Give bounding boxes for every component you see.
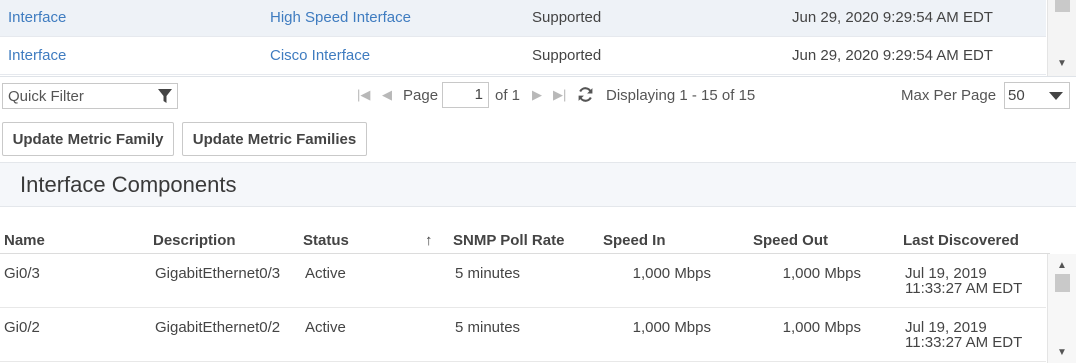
name-cell: Gi0/2 — [4, 319, 40, 336]
last-discovered-time: 11:33:27 AM EDT — [905, 334, 1023, 351]
components-table-scrollbar[interactable]: ▲ ▼ — [1047, 254, 1076, 363]
update-metric-family-button[interactable]: Update Metric Family — [2, 122, 174, 156]
timestamp-cell: Jun 29, 2020 9:29:54 AM EDT — [792, 9, 993, 26]
components-table-body: Gi0/3 GigabitEthernet0/3 Active 5 minute… — [0, 254, 1050, 363]
last-page-icon[interactable]: ▶| — [553, 87, 566, 103]
column-header-status[interactable]: Status — [303, 232, 349, 249]
status-cell: Supported — [532, 9, 602, 26]
max-per-page-select[interactable]: 50 — [1004, 82, 1070, 109]
scrollbar-thumb[interactable] — [1055, 274, 1070, 292]
sort-ascending-icon[interactable]: ↑ — [425, 232, 433, 249]
page-count: of 1 — [495, 87, 521, 104]
scroll-down-icon[interactable]: ▼ — [1048, 58, 1076, 70]
chevron-down-icon[interactable] — [1049, 92, 1063, 100]
last-discovered-cell: Jul 19, 2019 11:33:27 AM EDT — [905, 320, 1045, 350]
prev-page-icon[interactable]: ◀ — [382, 87, 392, 103]
update-metric-families-button[interactable]: Update Metric Families — [182, 122, 367, 156]
table-row[interactable]: Interface High Speed Interface Supported… — [0, 0, 1046, 37]
quick-filter[interactable] — [2, 83, 178, 109]
family-link[interactable]: Interface — [8, 47, 66, 64]
description-cell: GigabitEthernet0/2 — [155, 319, 281, 336]
next-page-icon[interactable]: ▶ — [532, 87, 542, 103]
page-number-input[interactable]: 1 — [442, 82, 489, 108]
status-cell: Supported — [532, 47, 602, 64]
speed-out-cell: 1,000 Mbps — [782, 319, 861, 336]
components-table-header: Name Description Status ↑ SNMP Poll Rate… — [0, 226, 1050, 254]
quick-filter-input[interactable] — [3, 84, 151, 108]
scrollbar-thumb[interactable] — [1055, 0, 1070, 12]
scroll-up-icon[interactable]: ▲ — [1048, 260, 1076, 272]
speed-out-cell: 1,000 Mbps — [782, 265, 861, 282]
family-link[interactable]: Interface — [8, 9, 66, 26]
table-row[interactable]: Interface Cisco Interface Supported Jun … — [0, 37, 1046, 75]
displaying-text: Displaying 1 - 15 of 15 — [606, 87, 756, 104]
column-header-name[interactable]: Name — [4, 232, 45, 249]
first-page-icon[interactable]: |◀ — [357, 87, 370, 103]
metric-family-table: Interface High Speed Interface Supported… — [0, 0, 1046, 76]
description-link[interactable]: Cisco Interface — [270, 47, 370, 64]
refresh-icon[interactable] — [577, 86, 594, 103]
last-discovered-cell: Jul 19, 2019 11:33:27 AM EDT — [905, 266, 1045, 296]
last-discovered-time: 11:33:27 AM EDT — [905, 280, 1023, 297]
max-per-page-label: Max Per Page — [901, 87, 997, 104]
page-label: Page — [403, 87, 439, 104]
section-title: Interface Components — [20, 172, 237, 197]
status-cell: Active — [305, 319, 346, 336]
table-row[interactable]: Gi0/2 GigabitEthernet0/2 Active 5 minute… — [0, 308, 1046, 362]
column-header-last-discovered[interactable]: Last Discovered — [903, 232, 1019, 249]
column-header-speed-out[interactable]: Speed Out — [753, 232, 828, 249]
interface-components-section: Interface Components — [0, 162, 1076, 207]
description-cell: GigabitEthernet0/3 — [155, 265, 281, 282]
pagination-toolbar: |◀ ◀ Page 1 of 1 ▶ ▶| Displaying 1 - 15 … — [0, 76, 1076, 116]
name-cell: Gi0/3 — [4, 265, 40, 282]
speed-in-cell: 1,000 Mbps — [632, 265, 711, 282]
column-header-snmp-poll-rate[interactable]: SNMP Poll Rate — [453, 232, 564, 249]
poll-rate-cell: 5 minutes — [455, 319, 521, 336]
speed-in-cell: 1,000 Mbps — [632, 319, 711, 336]
status-cell: Active — [305, 265, 346, 282]
table-row[interactable]: Gi0/3 GigabitEthernet0/3 Active 5 minute… — [0, 254, 1046, 308]
column-header-description[interactable]: Description — [153, 232, 236, 249]
max-per-page-value: 50 — [1008, 87, 1025, 104]
description-link[interactable]: High Speed Interface — [270, 9, 411, 26]
filter-icon[interactable] — [157, 88, 173, 104]
metric-table-scrollbar[interactable]: ▼ — [1047, 0, 1076, 76]
scroll-down-icon[interactable]: ▼ — [1048, 347, 1076, 359]
column-header-speed-in[interactable]: Speed In — [603, 232, 666, 249]
timestamp-cell: Jun 29, 2020 9:29:54 AM EDT — [792, 47, 993, 64]
poll-rate-cell: 5 minutes — [455, 265, 521, 282]
